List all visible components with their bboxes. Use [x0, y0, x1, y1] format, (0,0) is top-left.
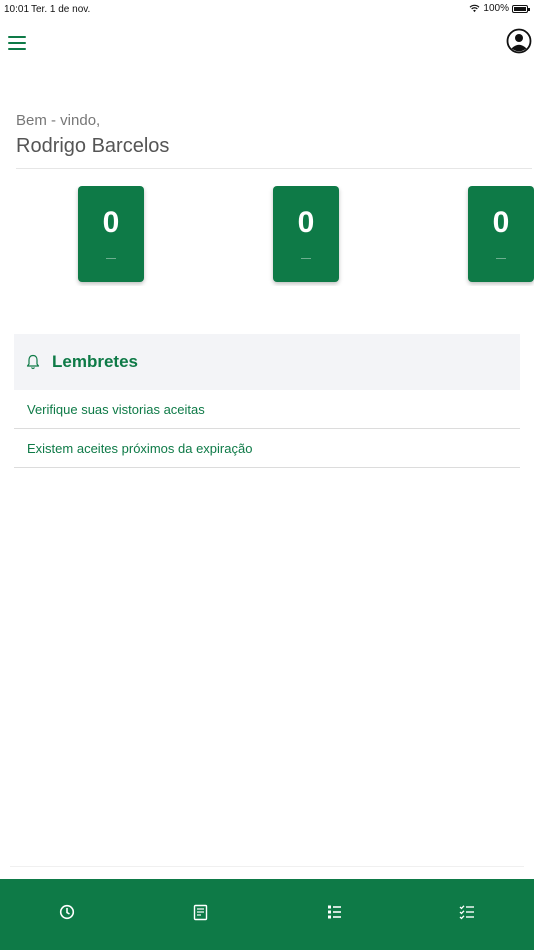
- reminders-title: Lembretes: [52, 352, 138, 371]
- document-icon: [193, 904, 207, 920]
- wifi-icon: [470, 4, 480, 13]
- footer-divider: [10, 866, 524, 867]
- status-time: 10:01: [4, 4, 30, 15]
- summary-card[interactable]: 0: [273, 186, 339, 282]
- card-value: 0: [102, 206, 120, 239]
- summary-card[interactable]: 0: [78, 186, 144, 282]
- hamburger-menu-icon[interactable]: [8, 36, 26, 50]
- card-value: 0: [297, 206, 315, 239]
- tab-list[interactable]: [323, 901, 345, 923]
- status-right: 100%: [469, 3, 530, 14]
- reminders-panel: Lembretes Verifique suas vistorias aceit…: [14, 334, 520, 468]
- tab-document[interactable]: [189, 901, 211, 923]
- battery-percent: 100%: [483, 3, 509, 14]
- card-value: 0: [492, 206, 510, 239]
- list-icon: [327, 905, 341, 919]
- welcome-greeting: Bem - vindo,: [16, 112, 101, 129]
- reminder-item[interactable]: Existem aceites próximos da expiração: [14, 429, 520, 468]
- user-avatar-icon[interactable]: [506, 28, 532, 54]
- user-name: Rodrigo Barcelos: [16, 135, 170, 157]
- divider: [16, 168, 532, 169]
- status-bar: 10:01 Ter. 1 de nov. 100%: [0, 0, 534, 18]
- tab-checklist[interactable]: [456, 901, 478, 923]
- tab-clock[interactable]: [56, 901, 78, 923]
- battery-icon: [512, 4, 530, 13]
- summary-card[interactable]: 0: [468, 186, 534, 282]
- reminder-item[interactable]: Verifique suas vistorias aceitas: [14, 390, 520, 429]
- card-label-line: [106, 258, 116, 259]
- bottom-tab-bar: [0, 879, 534, 950]
- reminders-header: Lembretes: [14, 334, 520, 390]
- clock-icon: [59, 904, 75, 920]
- summary-cards: 0 0 0: [0, 186, 534, 286]
- reminder-text: Existem aceites próximos da expiração: [27, 440, 253, 456]
- battery-fill: [514, 6, 526, 11]
- reminder-text: Verifique suas vistorias aceitas: [27, 401, 205, 417]
- card-label-line: [301, 258, 311, 259]
- bell-icon: [26, 354, 40, 370]
- card-label-line: [496, 258, 506, 259]
- checklist-icon: [459, 905, 474, 920]
- status-date: Ter. 1 de nov.: [31, 4, 91, 15]
